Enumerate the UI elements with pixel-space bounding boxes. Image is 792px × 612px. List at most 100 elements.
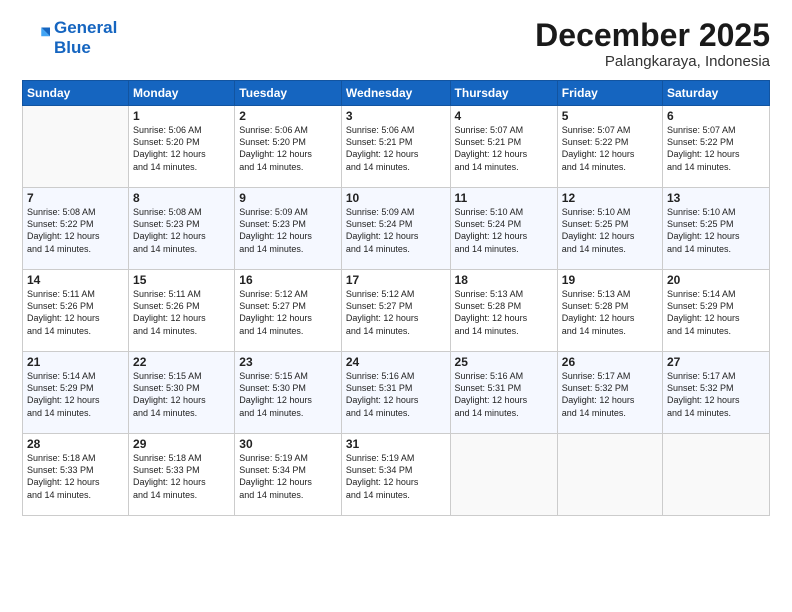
calendar-week-row: 1Sunrise: 5:06 AM Sunset: 5:20 PM Daylig…	[23, 106, 770, 188]
day-info: Sunrise: 5:09 AM Sunset: 5:23 PM Dayligh…	[239, 206, 337, 255]
calendar-cell: 4Sunrise: 5:07 AM Sunset: 5:21 PM Daylig…	[450, 106, 557, 188]
day-info: Sunrise: 5:15 AM Sunset: 5:30 PM Dayligh…	[239, 370, 337, 419]
calendar-week-row: 28Sunrise: 5:18 AM Sunset: 5:33 PM Dayli…	[23, 434, 770, 516]
calendar-cell: 26Sunrise: 5:17 AM Sunset: 5:32 PM Dayli…	[557, 352, 662, 434]
calendar-header-saturday: Saturday	[663, 81, 770, 106]
day-number: 12	[562, 191, 658, 205]
calendar-cell: 18Sunrise: 5:13 AM Sunset: 5:28 PM Dayli…	[450, 270, 557, 352]
calendar-cell: 23Sunrise: 5:15 AM Sunset: 5:30 PM Dayli…	[235, 352, 342, 434]
day-info: Sunrise: 5:09 AM Sunset: 5:24 PM Dayligh…	[346, 206, 446, 255]
day-info: Sunrise: 5:17 AM Sunset: 5:32 PM Dayligh…	[562, 370, 658, 419]
month-title: December 2025	[535, 18, 770, 53]
day-number: 7	[27, 191, 124, 205]
day-info: Sunrise: 5:14 AM Sunset: 5:29 PM Dayligh…	[667, 288, 765, 337]
day-number: 1	[133, 109, 230, 123]
calendar-cell: 16Sunrise: 5:12 AM Sunset: 5:27 PM Dayli…	[235, 270, 342, 352]
day-number: 3	[346, 109, 446, 123]
day-number: 20	[667, 273, 765, 287]
day-number: 23	[239, 355, 337, 369]
calendar-cell	[450, 434, 557, 516]
logo-text: General Blue	[54, 18, 117, 57]
day-number: 5	[562, 109, 658, 123]
calendar-cell: 9Sunrise: 5:09 AM Sunset: 5:23 PM Daylig…	[235, 188, 342, 270]
calendar-cell: 6Sunrise: 5:07 AM Sunset: 5:22 PM Daylig…	[663, 106, 770, 188]
day-info: Sunrise: 5:18 AM Sunset: 5:33 PM Dayligh…	[27, 452, 124, 501]
day-number: 18	[455, 273, 553, 287]
day-info: Sunrise: 5:06 AM Sunset: 5:20 PM Dayligh…	[239, 124, 337, 173]
calendar-cell: 13Sunrise: 5:10 AM Sunset: 5:25 PM Dayli…	[663, 188, 770, 270]
calendar-header-friday: Friday	[557, 81, 662, 106]
day-info: Sunrise: 5:07 AM Sunset: 5:21 PM Dayligh…	[455, 124, 553, 173]
logo-icon	[22, 24, 50, 52]
calendar-cell: 12Sunrise: 5:10 AM Sunset: 5:25 PM Dayli…	[557, 188, 662, 270]
day-number: 22	[133, 355, 230, 369]
subtitle: Palangkaraya, Indonesia	[535, 53, 770, 70]
logo: General Blue	[22, 18, 117, 57]
calendar-cell	[557, 434, 662, 516]
calendar-cell: 31Sunrise: 5:19 AM Sunset: 5:34 PM Dayli…	[341, 434, 450, 516]
calendar-cell: 24Sunrise: 5:16 AM Sunset: 5:31 PM Dayli…	[341, 352, 450, 434]
calendar-cell: 2Sunrise: 5:06 AM Sunset: 5:20 PM Daylig…	[235, 106, 342, 188]
calendar-cell: 17Sunrise: 5:12 AM Sunset: 5:27 PM Dayli…	[341, 270, 450, 352]
day-number: 30	[239, 437, 337, 451]
day-number: 21	[27, 355, 124, 369]
calendar-cell: 29Sunrise: 5:18 AM Sunset: 5:33 PM Dayli…	[129, 434, 235, 516]
day-info: Sunrise: 5:11 AM Sunset: 5:26 PM Dayligh…	[27, 288, 124, 337]
day-info: Sunrise: 5:19 AM Sunset: 5:34 PM Dayligh…	[346, 452, 446, 501]
day-number: 27	[667, 355, 765, 369]
day-info: Sunrise: 5:10 AM Sunset: 5:25 PM Dayligh…	[562, 206, 658, 255]
logo-line2: Blue	[54, 38, 91, 57]
calendar-cell	[663, 434, 770, 516]
calendar-cell: 3Sunrise: 5:06 AM Sunset: 5:21 PM Daylig…	[341, 106, 450, 188]
day-info: Sunrise: 5:16 AM Sunset: 5:31 PM Dayligh…	[346, 370, 446, 419]
day-info: Sunrise: 5:08 AM Sunset: 5:23 PM Dayligh…	[133, 206, 230, 255]
day-number: 9	[239, 191, 337, 205]
calendar-cell: 28Sunrise: 5:18 AM Sunset: 5:33 PM Dayli…	[23, 434, 129, 516]
day-number: 24	[346, 355, 446, 369]
day-info: Sunrise: 5:18 AM Sunset: 5:33 PM Dayligh…	[133, 452, 230, 501]
day-number: 4	[455, 109, 553, 123]
calendar-header-wednesday: Wednesday	[341, 81, 450, 106]
day-number: 28	[27, 437, 124, 451]
day-info: Sunrise: 5:14 AM Sunset: 5:29 PM Dayligh…	[27, 370, 124, 419]
day-info: Sunrise: 5:08 AM Sunset: 5:22 PM Dayligh…	[27, 206, 124, 255]
calendar-week-row: 21Sunrise: 5:14 AM Sunset: 5:29 PM Dayli…	[23, 352, 770, 434]
day-number: 16	[239, 273, 337, 287]
day-number: 11	[455, 191, 553, 205]
day-info: Sunrise: 5:10 AM Sunset: 5:25 PM Dayligh…	[667, 206, 765, 255]
calendar-cell: 14Sunrise: 5:11 AM Sunset: 5:26 PM Dayli…	[23, 270, 129, 352]
calendar-header-monday: Monday	[129, 81, 235, 106]
calendar-cell: 27Sunrise: 5:17 AM Sunset: 5:32 PM Dayli…	[663, 352, 770, 434]
calendar-cell: 30Sunrise: 5:19 AM Sunset: 5:34 PM Dayli…	[235, 434, 342, 516]
calendar-cell: 25Sunrise: 5:16 AM Sunset: 5:31 PM Dayli…	[450, 352, 557, 434]
day-info: Sunrise: 5:13 AM Sunset: 5:28 PM Dayligh…	[562, 288, 658, 337]
calendar-cell: 11Sunrise: 5:10 AM Sunset: 5:24 PM Dayli…	[450, 188, 557, 270]
day-info: Sunrise: 5:12 AM Sunset: 5:27 PM Dayligh…	[346, 288, 446, 337]
day-info: Sunrise: 5:13 AM Sunset: 5:28 PM Dayligh…	[455, 288, 553, 337]
calendar-cell	[23, 106, 129, 188]
day-info: Sunrise: 5:10 AM Sunset: 5:24 PM Dayligh…	[455, 206, 553, 255]
calendar-cell: 10Sunrise: 5:09 AM Sunset: 5:24 PM Dayli…	[341, 188, 450, 270]
calendar-cell: 5Sunrise: 5:07 AM Sunset: 5:22 PM Daylig…	[557, 106, 662, 188]
calendar-header-thursday: Thursday	[450, 81, 557, 106]
calendar-cell: 1Sunrise: 5:06 AM Sunset: 5:20 PM Daylig…	[129, 106, 235, 188]
day-info: Sunrise: 5:06 AM Sunset: 5:20 PM Dayligh…	[133, 124, 230, 173]
day-info: Sunrise: 5:06 AM Sunset: 5:21 PM Dayligh…	[346, 124, 446, 173]
day-number: 2	[239, 109, 337, 123]
day-info: Sunrise: 5:15 AM Sunset: 5:30 PM Dayligh…	[133, 370, 230, 419]
header: General Blue December 2025 Palangkaraya,…	[22, 18, 770, 70]
day-number: 6	[667, 109, 765, 123]
day-number: 17	[346, 273, 446, 287]
title-area: December 2025 Palangkaraya, Indonesia	[535, 18, 770, 70]
calendar-cell: 8Sunrise: 5:08 AM Sunset: 5:23 PM Daylig…	[129, 188, 235, 270]
calendar-header-row: SundayMondayTuesdayWednesdayThursdayFrid…	[23, 81, 770, 106]
day-info: Sunrise: 5:12 AM Sunset: 5:27 PM Dayligh…	[239, 288, 337, 337]
logo-line1: General	[54, 18, 117, 37]
day-info: Sunrise: 5:11 AM Sunset: 5:26 PM Dayligh…	[133, 288, 230, 337]
page: General Blue December 2025 Palangkaraya,…	[0, 0, 792, 612]
day-number: 15	[133, 273, 230, 287]
calendar-cell: 22Sunrise: 5:15 AM Sunset: 5:30 PM Dayli…	[129, 352, 235, 434]
day-number: 8	[133, 191, 230, 205]
day-number: 25	[455, 355, 553, 369]
day-info: Sunrise: 5:17 AM Sunset: 5:32 PM Dayligh…	[667, 370, 765, 419]
